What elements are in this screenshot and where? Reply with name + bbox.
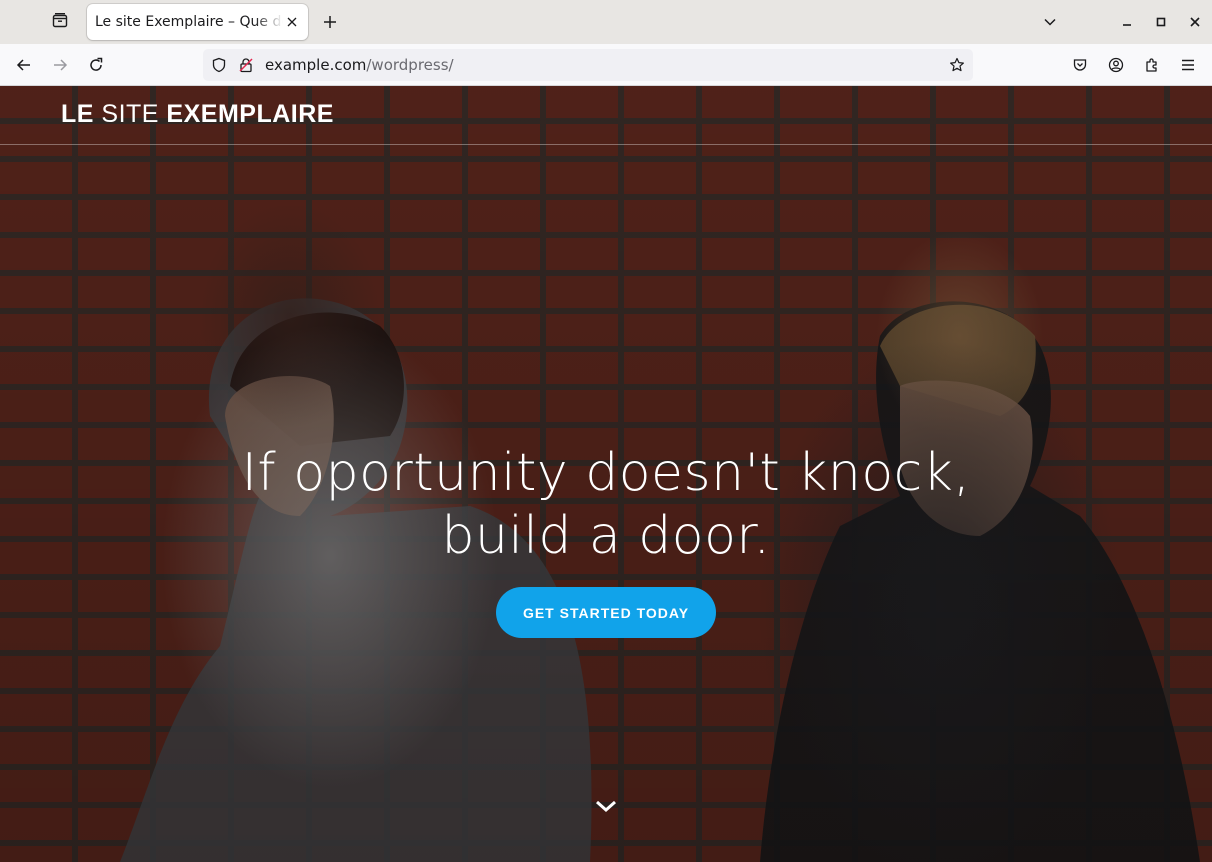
pocket-icon [1073, 59, 1087, 71]
site-title-link[interactable]: LE SITE EXEMPLAIRE [61, 100, 334, 129]
star-icon [950, 57, 964, 72]
browser-nav-bar: example.com/wordpress/ [0, 44, 1212, 86]
site-header: LE SITE EXEMPLAIRE [0, 86, 1212, 145]
tracking-protection-shield-icon[interactable] [209, 55, 229, 75]
account-button[interactable] [1100, 49, 1132, 81]
chevron-down-icon [596, 800, 616, 813]
list-all-tabs-button[interactable] [1036, 8, 1064, 36]
forward-button[interactable] [44, 49, 76, 81]
account-icon [1108, 57, 1124, 73]
hero-heading: If oportunity doesn't knock, build a doo… [0, 442, 1212, 568]
get-started-button[interactable]: GET STARTED TODAY [496, 587, 716, 638]
url-text[interactable]: example.com/wordpress/ [265, 56, 454, 74]
browser-tab-bar: Le site Exemplaire – Que de vrais exempl… [0, 0, 1212, 44]
tab-close-button[interactable] [282, 12, 302, 32]
maximize-button[interactable] [1147, 8, 1175, 36]
browser-tab-active[interactable]: Le site Exemplaire – Que de vrais exempl… [87, 4, 308, 40]
insecure-lock-icon[interactable] [236, 55, 256, 75]
plus-icon [324, 16, 336, 28]
web-page: LE SITE EXEMPLAIRE If oportunity doesn't… [0, 86, 1212, 862]
close-icon [287, 17, 297, 27]
chevron-down-icon [1044, 18, 1056, 26]
tab-title: Le site Exemplaire – Que de vrais exempl… [95, 14, 283, 30]
site-title-part-1: LE [61, 100, 94, 128]
arrow-right-icon [54, 59, 68, 71]
arrow-left-icon [16, 59, 30, 71]
minimize-button[interactable] [1113, 8, 1141, 36]
hero-heading-line-1: If oportunity doesn't knock, [241, 443, 971, 503]
minimize-icon [1123, 24, 1131, 26]
close-window-button[interactable] [1181, 8, 1209, 36]
extensions-button[interactable] [1136, 49, 1168, 81]
reload-button[interactable] [80, 49, 112, 81]
url-domain: example.com [265, 56, 367, 74]
pocket-button[interactable] [1064, 49, 1096, 81]
bookmark-star-button[interactable] [947, 55, 967, 75]
site-title-part-3: EXEMPLAIRE [166, 100, 334, 128]
scroll-down-button[interactable] [592, 794, 620, 818]
reload-icon [90, 57, 103, 71]
tab-manager-icon [52, 12, 68, 32]
url-bar[interactable]: example.com/wordpress/ [203, 49, 973, 81]
hamburger-menu-icon [1182, 59, 1194, 71]
back-button[interactable] [8, 49, 40, 81]
app-menu-button[interactable] [1172, 49, 1204, 81]
hero-heading-line-2: build a door. [441, 506, 771, 566]
new-tab-button[interactable] [314, 6, 346, 38]
puzzle-icon [1146, 58, 1157, 72]
site-title-part-2: SITE [93, 100, 167, 128]
maximize-icon [1156, 17, 1166, 27]
url-path: /wordpress/ [366, 56, 454, 74]
tab-manager-button[interactable] [44, 6, 76, 38]
close-icon [1190, 17, 1200, 27]
